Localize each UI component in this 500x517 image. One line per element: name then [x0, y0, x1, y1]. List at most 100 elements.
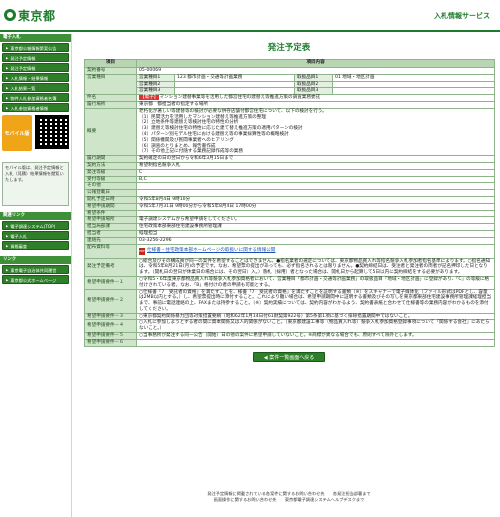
- main-content: 発注予定表 項目 項目内容 契約番号 05-00069 営業種目 営業種目1 1…: [84, 34, 496, 362]
- req5-label: 希望申請要件－５: [84, 332, 137, 340]
- apply-period-value: 令和5年7月31日 9時00分から令和5年8月4日 17時00分: [135, 202, 496, 211]
- notice-date-value: [135, 189, 496, 197]
- sidebar-item-bidder-list[interactable]: 物件入札参加資格者名簿: [2, 93, 69, 102]
- apply-cond-value: [135, 209, 496, 218]
- place-label: 履行場所: [84, 100, 137, 109]
- footer: 発注予定情報に掲載されている各案件に関するお問い合わせ先 各発注担当部署まで 画…: [84, 491, 494, 502]
- contract-no-value: 05-00069: [135, 67, 496, 75]
- subject-value: マンション建替事業等を活用した都営住宅の建替え等推進方策の調査業務委託: [159, 95, 321, 101]
- cls2-label: 取扱品目2: [294, 80, 333, 89]
- subject-label: 件名: [84, 94, 137, 102]
- req3-value: ○東京都契約関係暴力団等対策措置要綱（昭和62年1月14日付61財契第922号）…: [135, 312, 496, 321]
- grade-label: 発注等級: [84, 168, 137, 177]
- req1-value: ○令和5・6年度東京都物品買入れ等競争入札参加資格者において、営業種目「都市計画…: [135, 275, 496, 290]
- period-value: 契約確定の日の翌日から令和6年3月15日まで: [135, 155, 496, 163]
- req2-value: ○仕様書「7 受託者の資格」を満たすことを、様書「7 受託者の資格」を満たすこと…: [135, 288, 496, 314]
- pdf-icon: PDF: [139, 247, 145, 255]
- biz3-value: [174, 87, 295, 96]
- cls3-value: [331, 87, 496, 96]
- req5-value: ○当事務所が発注する同一公告（開始）日の他の案件に希望申請していないこと。※商標…: [135, 332, 496, 340]
- req6-label: 希望申請要件－６: [84, 338, 137, 347]
- footer-line-2: 画面操作に関するお問い合わせ先 東京都電子調達システムヘルプデスクまで: [213, 496, 365, 502]
- tokyo-logo[interactable]: 東京都: [4, 8, 56, 23]
- biz2-value: [174, 80, 295, 89]
- logo-text: 東京都: [18, 8, 56, 23]
- notice-date-label: 公報登載日: [84, 189, 137, 197]
- summary-label: 概要: [84, 107, 137, 157]
- tel-label: 連絡先: [84, 236, 137, 245]
- other-label: その他: [84, 182, 137, 191]
- link-e-bidding[interactable]: 電子入札: [2, 231, 69, 240]
- req4-value: ○入札に参加しようとする者の間に資本関係又は人的関係がないこと。（東京都建設工事…: [135, 319, 496, 334]
- link-e-gov[interactable]: 東京電子自治体共同運営: [2, 265, 69, 274]
- biz3-label: 営業種目3: [136, 87, 175, 96]
- mobile-badge[interactable]: モバイル版: [2, 115, 32, 151]
- mobile-note: モバイル版は、発注予定情報と入札（見積）結果情報を閲覧いたします。: [2, 162, 69, 206]
- grade-value: C: [135, 168, 496, 177]
- contract-no-label: 契約番号: [84, 67, 137, 75]
- dept-value: 住宅政策本部東部住宅建設事務所管理課: [135, 223, 496, 231]
- summary-value: 老朽化が著しい等建替等の検討が必要な併存店舗付都営住宅について、以下の検討を行う…: [135, 107, 496, 157]
- req4-label: 希望申請要件－４: [84, 319, 137, 334]
- sidebar-item-order-plan[interactable]: 発注予定情報: [2, 53, 69, 62]
- period-label: 履行期間: [84, 155, 137, 163]
- order-plan-table: 項目 項目内容 契約番号 05-00069 営業種目 営業種目1 123 都市計…: [84, 59, 496, 347]
- cls3-label: 取扱品目3: [294, 87, 333, 96]
- apply-place-label: 希望申請場所: [84, 216, 137, 225]
- subject-cell: 【電子】マンション建替事業等を活用した都営住宅の建替え等推進方策の調査業務委託: [135, 94, 496, 102]
- open-date-value: 令和5年8月4日 9時10分: [135, 195, 496, 204]
- col-header-item: 項目: [84, 59, 137, 68]
- links-heading: 関連リンク: [0, 212, 71, 220]
- req1-label: 希望申請要件－１: [84, 275, 137, 290]
- req6-value: [135, 338, 496, 347]
- menu-heading: 電子入札: [0, 34, 71, 42]
- summary-line: （7）その他上記に付随する業務記録作成等の業務: [139, 149, 243, 155]
- doc-link[interactable]: 仕様書・住宅政策本部ホームページの取扱いに関する情報公開: [147, 248, 275, 253]
- system-title: 入札情報サービス: [434, 12, 490, 20]
- biz-type-label: 営業種目: [84, 73, 137, 96]
- apply-cond-label: 希望条件: [84, 209, 137, 218]
- notes-value: ○総合及びその構成員が同一の案件を希望することはできません。●指名業者の選定につ…: [135, 257, 496, 277]
- biz1-value: 123 都市計画・交通等計画業務: [174, 73, 295, 82]
- sidebar-item-qualification[interactable]: 入札参加資格者情報: [2, 103, 69, 112]
- place-value: 東京都 都担当者の指定する場所: [135, 100, 496, 109]
- mobile-section: モバイル版: [2, 115, 69, 159]
- open-date-label: 開札予定日時: [84, 195, 137, 204]
- sidebar: 電子入札 東京都公報情報第案公告 発注予定情報 発注予定情報 入札情報・結果情報…: [0, 34, 72, 517]
- recv-grade-value: B,C: [135, 175, 496, 184]
- link-procurement-top[interactable]: 電子調達システム(TOP): [2, 221, 69, 230]
- person-label: 担当者: [84, 229, 137, 238]
- back-to-list-button[interactable]: ◀ 案件一覧画面へ戻る: [253, 351, 325, 362]
- method-value: 希望制指名競争入札: [135, 161, 496, 170]
- tel-value: 03-3256-2296: [135, 236, 496, 245]
- page-title: 発注予定表: [267, 43, 311, 53]
- qr-code-icon: [35, 115, 69, 149]
- cls2-value: [331, 80, 496, 89]
- links2-heading: リンク: [0, 256, 71, 264]
- method-label: 契約方法: [84, 161, 137, 170]
- person-value: 経理担当: [135, 229, 496, 238]
- docs-label: 配布資料等: [84, 243, 137, 259]
- col-header-content: 項目内容: [135, 59, 496, 68]
- apply-place-value: 電子調達システムから希望申請をしてください。: [135, 216, 496, 225]
- biz2-label: 営業種目2: [136, 80, 175, 89]
- link-qualification-review[interactable]: 資格審査: [2, 241, 69, 250]
- other-value: [135, 182, 496, 191]
- sidebar-item-bid-results[interactable]: 入札結果一覧: [2, 83, 69, 92]
- electronic-tag: 【電子】: [139, 95, 160, 101]
- cls1-value: 01 地域・地区計画: [331, 73, 496, 82]
- dept-label: 担当局部課: [84, 223, 137, 231]
- cls1-label: 取扱品目1: [294, 73, 333, 82]
- notes-label: 発注予定備考: [84, 257, 137, 277]
- sidebar-item-gazette[interactable]: 東京都公報情報第案公告: [2, 43, 69, 52]
- sidebar-item-bid-info[interactable]: 入札情報・結果情報: [2, 73, 69, 82]
- apply-period-label: 希望申請期間: [84, 202, 137, 211]
- tokyo-emblem-icon: [4, 9, 16, 21]
- req2-label: 希望申請要件－２: [84, 288, 137, 314]
- sidebar-item-order-plan-2[interactable]: 発注予定情報: [2, 63, 69, 72]
- biz1-label: 営業種目1: [136, 73, 175, 82]
- req3-label: 希望申請要件－３: [84, 312, 137, 321]
- recv-grade-label: 受付等級: [84, 175, 137, 184]
- docs-value: PDF 仕様書・住宅政策本部ホームページの取扱いに関する情報公開: [135, 243, 496, 259]
- link-tokyo-official[interactable]: 東京都公式ホームページ: [2, 275, 69, 284]
